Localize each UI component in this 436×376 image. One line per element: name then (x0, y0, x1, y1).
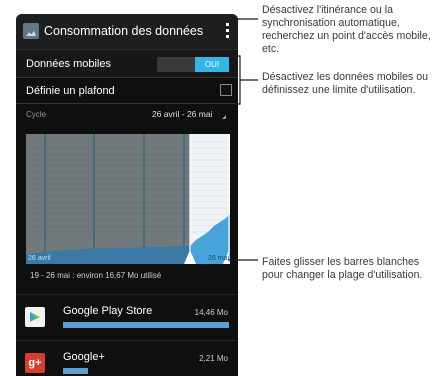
phone-screen: Consommation des données Données mobiles… (16, 14, 238, 376)
chart-start-label: 26 avril (28, 255, 51, 262)
overflow-menu-icon[interactable] (226, 23, 230, 41)
app-usage-row[interactable]: Google Play Store 14,46 Mo (16, 294, 238, 340)
google-plus-icon: g+ (25, 353, 45, 373)
callout-data-text: Désactivez les données mobiles ou défini… (262, 71, 429, 96)
usage-chart: 26 avril 26 mai (26, 134, 230, 264)
cycle-dropdown[interactable]: 26 avril - 26 mai (152, 109, 212, 119)
set-limit-label: Définie un plafond (26, 85, 115, 97)
set-limit-row[interactable]: Définie un plafond (16, 78, 238, 104)
app-name: Google Play Store (63, 305, 153, 317)
usage-summary: 19 - 26 mai : environ 16,67 Mo utilisé (30, 271, 162, 280)
callout-menu-text: Désactivez l'itinérance ou la synchronis… (262, 4, 431, 55)
page-title: Consommation des données (44, 24, 204, 38)
cycle-label: Cycle (26, 110, 47, 119)
callout-range-text: Faites glisser les barres blanches pour … (262, 256, 423, 281)
toggle-on-label: OUI (195, 57, 229, 72)
cycle-row: Cycle 26 avril - 26 mai (16, 106, 238, 128)
dropdown-caret-icon (222, 115, 226, 119)
app-usage-row[interactable]: g+ Google+ 2,21 Mo (16, 340, 238, 376)
action-bar: Consommation des données (16, 14, 238, 50)
inactive-range-shade (26, 134, 190, 264)
mobile-data-toggle[interactable]: OUI (157, 57, 229, 72)
set-limit-checkbox[interactable] (220, 84, 232, 96)
app-usage-bar (63, 368, 88, 374)
app-data-size: 2,21 Mo (199, 354, 228, 363)
data-usage-icon (23, 23, 39, 39)
chart-end-label: 26 mai (208, 255, 229, 262)
app-usage-bar (63, 322, 229, 328)
app-name: Google+ (63, 351, 105, 363)
mobile-data-row[interactable]: Données mobiles OUI (16, 50, 238, 78)
mobile-data-label: Données mobiles (26, 58, 111, 70)
google-play-store-icon (25, 307, 45, 327)
app-data-size: 14,46 Mo (194, 308, 228, 317)
